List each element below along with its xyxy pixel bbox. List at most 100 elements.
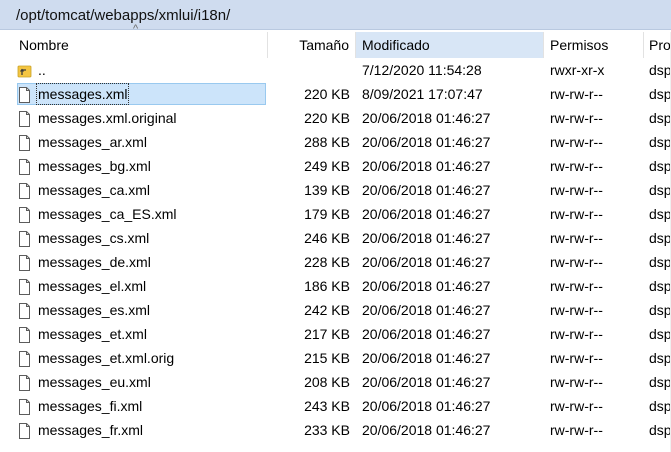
file-permissions: rwxr-xr-x bbox=[550, 62, 605, 78]
file-size: 242 KB bbox=[304, 302, 350, 318]
file-icon bbox=[17, 350, 32, 367]
file-modified: 20/06/2018 01:46:27 bbox=[362, 326, 491, 342]
file-icon bbox=[17, 158, 32, 175]
file-name-cell[interactable]: messages.xml.original bbox=[17, 106, 268, 130]
file-modified: 20/06/2018 01:46:27 bbox=[362, 254, 491, 270]
file-size: 179 KB bbox=[304, 206, 350, 222]
file-icon bbox=[17, 278, 32, 295]
file-name-cell[interactable]: messages_eu.xml bbox=[17, 370, 268, 394]
file-name-cell[interactable]: .. bbox=[17, 58, 268, 82]
file-row[interactable]: messages_fr.xml 233 KB 20/06/2018 01:46:27… bbox=[0, 418, 671, 442]
file-owner: dsp bbox=[649, 398, 671, 414]
file-name-cell[interactable]: messages_bg.xml bbox=[17, 154, 268, 178]
file-size: 220 KB bbox=[304, 110, 350, 126]
file-size: 233 KB bbox=[304, 422, 350, 438]
file-name-cell[interactable]: messages_et.xml.orig bbox=[17, 346, 268, 370]
file-modified: 20/06/2018 01:46:27 bbox=[362, 422, 491, 438]
file-permissions: rw-rw-r-- bbox=[550, 398, 603, 414]
file-name-cell[interactable]: messages_et.xml bbox=[17, 322, 268, 346]
file-modified: 20/06/2018 01:46:27 bbox=[362, 182, 491, 198]
file-name-cell[interactable]: messages_cs.xml bbox=[17, 226, 268, 250]
file-row[interactable]: messages_el.xml 186 KB 20/06/2018 01:46:27… bbox=[0, 274, 671, 298]
file-permissions: rw-rw-r-- bbox=[550, 350, 603, 366]
file-name: messages_cs.xml bbox=[38, 230, 150, 246]
file-modified: 20/06/2018 01:46:27 bbox=[362, 110, 491, 126]
file-modified: 20/06/2018 01:46:27 bbox=[362, 302, 491, 318]
file-name-cell[interactable]: messages.xml bbox=[17, 82, 268, 106]
file-name-cell[interactable]: messages_fr.xml bbox=[17, 418, 268, 442]
file-size: 228 KB bbox=[304, 254, 350, 270]
file-modified: 20/06/2018 01:46:27 bbox=[362, 374, 491, 390]
file-modified: 20/06/2018 01:46:27 bbox=[362, 230, 491, 246]
column-header-size[interactable]: Tamaño bbox=[268, 32, 356, 58]
column-header: ^ Nombre Tamaño Modificado Permisos Pro bbox=[0, 23, 671, 58]
file-name: messages_bg.xml bbox=[38, 158, 151, 174]
file-permissions: rw-rw-r-- bbox=[550, 254, 603, 270]
file-row[interactable]: messages_bg.xml 249 KB 20/06/2018 01:46:27… bbox=[0, 154, 671, 178]
file-owner: dsp bbox=[649, 422, 671, 438]
column-header-permissions[interactable]: Permisos bbox=[544, 32, 644, 58]
file-permissions: rw-rw-r-- bbox=[550, 278, 603, 294]
file-size: 217 KB bbox=[304, 326, 350, 342]
file-row[interactable]: messages_eu.xml 208 KB 20/06/2018 01:46:27… bbox=[0, 370, 671, 394]
file-owner: dsp bbox=[649, 158, 671, 174]
path-bar[interactable]: /opt/tomcat/webapps/xmlui/i18n/ bbox=[0, 0, 671, 30]
column-header-modified[interactable]: Modificado bbox=[356, 32, 544, 58]
file-row[interactable]: messages_ar.xml 288 KB 20/06/2018 01:46:27… bbox=[0, 130, 671, 154]
file-name-cell[interactable]: messages_ca_ES.xml bbox=[17, 202, 268, 226]
file-modified: 8/09/2021 17:07:47 bbox=[362, 86, 483, 102]
column-header-owner[interactable]: Pro bbox=[644, 32, 671, 58]
file-row[interactable]: messages_de.xml 228 KB 20/06/2018 01:46:27… bbox=[0, 250, 671, 274]
file-permissions: rw-rw-r-- bbox=[550, 422, 603, 438]
file-name-cell[interactable]: messages_es.xml bbox=[17, 298, 268, 322]
file-icon bbox=[17, 422, 32, 439]
file-permissions: rw-rw-r-- bbox=[550, 206, 603, 222]
file-size: 246 KB bbox=[304, 230, 350, 246]
file-size: 186 KB bbox=[304, 278, 350, 294]
file-name: messages_fi.xml bbox=[38, 398, 143, 414]
file-row[interactable]: messages_et.xml.orig 215 KB 20/06/2018 01:… bbox=[0, 346, 671, 370]
file-list[interactable]: .. 7/12/2020 11:54:28 rwxr-xr-x dsp messages… bbox=[0, 58, 671, 452]
file-name: .. bbox=[38, 62, 46, 78]
file-name: messages_ca.xml bbox=[38, 182, 151, 198]
column-header-owner-label: Pro bbox=[649, 37, 671, 53]
file-size: 208 KB bbox=[304, 374, 350, 390]
file-row[interactable]: messages_es.xml 242 KB 20/06/2018 01:46:27… bbox=[0, 298, 671, 322]
file-icon bbox=[17, 206, 32, 223]
current-path: /opt/tomcat/webapps/xmlui/i18n/ bbox=[16, 7, 231, 24]
file-modified: 20/06/2018 01:46:27 bbox=[362, 206, 491, 222]
file-icon bbox=[17, 254, 32, 271]
parent-directory-row[interactable]: .. 7/12/2020 11:54:28 rwxr-xr-x dsp bbox=[0, 58, 671, 82]
file-permissions: rw-rw-r-- bbox=[550, 134, 603, 150]
file-name-cell[interactable]: messages_ar.xml bbox=[17, 130, 268, 154]
file-name: messages_ar.xml bbox=[38, 134, 147, 150]
file-row[interactable]: messages.xml 220 KB 8/09/2021 17:07:47 rw-r… bbox=[0, 82, 671, 106]
file-row[interactable]: messages_ca_ES.xml 179 KB 20/06/2018 01:46… bbox=[0, 202, 671, 226]
file-row[interactable]: messages_cs.xml 246 KB 20/06/2018 01:46:27… bbox=[0, 226, 671, 250]
file-name: messages_eu.xml bbox=[38, 374, 151, 390]
file-name: messages_et.xml bbox=[38, 326, 147, 342]
file-owner: dsp bbox=[649, 326, 671, 342]
file-row[interactable]: messages_et.xml 217 KB 20/06/2018 01:46:27… bbox=[0, 322, 671, 346]
file-permissions: rw-rw-r-- bbox=[550, 158, 603, 174]
file-modified: 20/06/2018 01:46:27 bbox=[362, 158, 491, 174]
file-row[interactable]: messages_ca.xml 139 KB 20/06/2018 01:46:27… bbox=[0, 178, 671, 202]
file-permissions: rw-rw-r-- bbox=[550, 182, 603, 198]
file-name-cell[interactable]: messages_el.xml bbox=[17, 274, 268, 298]
file-name-cell[interactable]: messages_fi.xml bbox=[17, 394, 268, 418]
file-modified: 20/06/2018 01:46:27 bbox=[362, 134, 491, 150]
file-modified: 20/06/2018 01:46:27 bbox=[362, 350, 491, 366]
file-permissions: rw-rw-r-- bbox=[550, 326, 603, 342]
file-name-cell[interactable]: messages_ca.xml bbox=[17, 178, 268, 202]
file-size: 288 KB bbox=[304, 134, 350, 150]
file-modified: 20/06/2018 01:46:27 bbox=[362, 278, 491, 294]
file-row[interactable]: messages_fi.xml 243 KB 20/06/2018 01:46:27… bbox=[0, 394, 671, 418]
column-header-name[interactable]: ^ Nombre bbox=[0, 23, 268, 58]
file-name: messages.xml.original bbox=[38, 110, 177, 126]
file-owner: dsp bbox=[649, 110, 671, 126]
file-row[interactable]: messages.xml.original 220 KB 20/06/2018 01… bbox=[0, 106, 671, 130]
file-name-cell[interactable]: messages_de.xml bbox=[17, 250, 268, 274]
column-header-name-label: Nombre bbox=[19, 37, 69, 53]
file-icon bbox=[17, 110, 32, 127]
file-owner: dsp bbox=[649, 230, 671, 246]
